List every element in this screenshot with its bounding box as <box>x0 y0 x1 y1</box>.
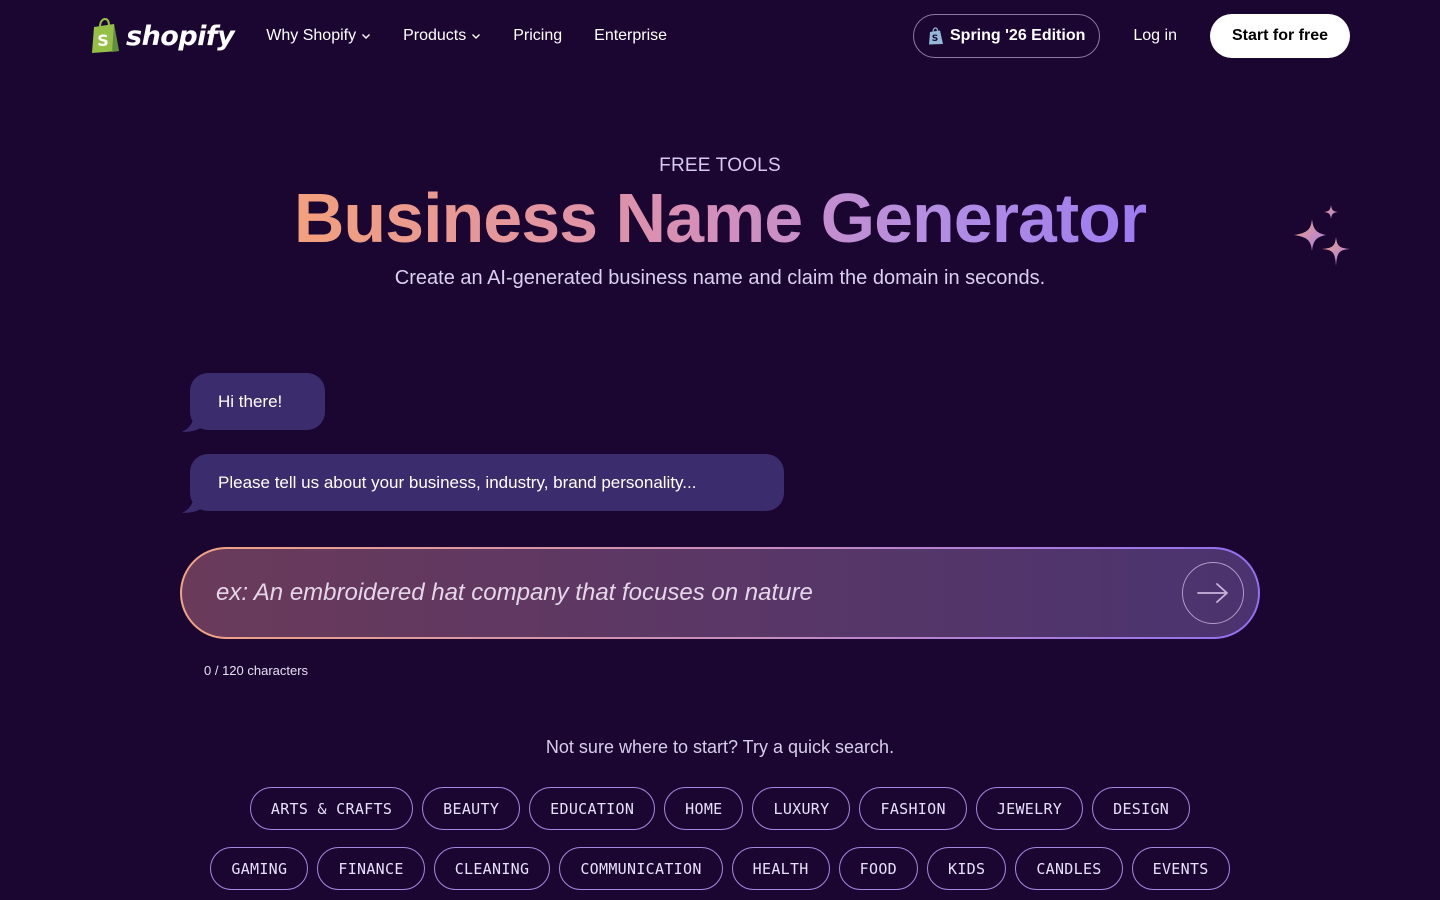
shopify-logo[interactable]: S shopify <box>90 18 235 54</box>
chip-luxury[interactable]: LUXURY <box>752 787 851 830</box>
nav-link-label: Enterprise <box>594 27 668 44</box>
arrow-right-icon <box>1197 583 1228 603</box>
page-title: Business Name Generator <box>0 180 1440 256</box>
nav-link-label: Products <box>403 27 467 44</box>
shopify-bag-icon: S <box>929 27 943 45</box>
login-link[interactable]: Log in <box>1133 27 1177 45</box>
chip-gaming[interactable]: GAMING <box>210 847 309 890</box>
chip-education[interactable]: EDUCATION <box>529 787 656 830</box>
chip-candles[interactable]: CANDLES <box>1015 847 1123 890</box>
nav-products[interactable]: Products <box>403 27 481 45</box>
chip-beauty[interactable]: BEAUTY <box>422 787 521 830</box>
svg-text:S: S <box>97 31 109 50</box>
submit-button[interactable] <box>1182 562 1244 624</box>
character-counter: 0 / 120 characters <box>204 663 309 678</box>
chevron-down-icon <box>472 34 481 39</box>
chip-fashion[interactable]: FASHION <box>859 787 967 830</box>
bubble-tail-icon <box>182 412 206 432</box>
bubble-tail-icon <box>182 493 206 513</box>
chip-finance[interactable]: FINANCE <box>317 847 425 890</box>
chip-health[interactable]: HEALTH <box>731 847 830 890</box>
nav-pricing[interactable]: Pricing <box>513 27 562 45</box>
quick-search-row-1: ARTS & CRAFTS BEAUTY EDUCATION HOME LUXU… <box>0 787 1440 830</box>
sparkles-icon <box>1294 205 1350 266</box>
nav-link-label: Why Shopify <box>266 27 357 44</box>
edition-button[interactable]: S Spring '26 Edition <box>913 14 1101 58</box>
chat-message: Please tell us about your business, indu… <box>218 472 697 492</box>
chip-kids[interactable]: KIDS <box>926 847 1007 890</box>
nav-link-label: Pricing <box>513 27 563 44</box>
chevron-down-icon <box>362 34 371 39</box>
page-subtitle: Create an AI-generated business name and… <box>394 267 1046 289</box>
chat-bubble-greeting: Hi there! <box>182 373 325 432</box>
logo-text: shopify <box>126 20 235 52</box>
input-inner <box>182 549 1258 637</box>
chat-bubble-prompt: Please tell us about your business, indu… <box>182 454 784 513</box>
business-description-field <box>180 547 1260 639</box>
quick-search-row-2: GAMING FINANCE CLEANING COMMUNICATION HE… <box>0 847 1440 890</box>
svg-text:S: S <box>932 34 938 44</box>
page-title-text: Business Name Generator <box>293 179 1147 257</box>
nav-right: S Spring '26 Edition Log in Start for fr… <box>913 14 1350 58</box>
nav-enterprise[interactable]: Enterprise <box>594 27 667 45</box>
chip-events[interactable]: EVENTS <box>1131 847 1230 890</box>
chip-home[interactable]: HOME <box>664 787 744 830</box>
top-nav: S shopify Why Shopify Products Pricing E… <box>0 0 1440 72</box>
shopify-bag-icon: S <box>92 18 119 53</box>
chip-communication[interactable]: COMMUNICATION <box>559 847 723 890</box>
start-for-free-button[interactable]: Start for free <box>1209 14 1350 58</box>
quick-search-title: Not sure where to start? Try a quick sea… <box>545 737 895 757</box>
chip-food[interactable]: FOOD <box>838 847 918 890</box>
chip-cleaning[interactable]: CLEANING <box>433 847 551 890</box>
business-description-input[interactable] <box>216 579 1182 607</box>
eyebrow-label: FREE TOOLS <box>659 155 781 176</box>
edition-label: Spring '26 Edition <box>950 27 1086 44</box>
chip-jewelry[interactable]: JEWELRY <box>975 787 1084 830</box>
nav-links: Why Shopify Products Pricing Enterprise <box>266 27 667 45</box>
nav-why-shopify[interactable]: Why Shopify <box>266 27 371 45</box>
chat-message: Hi there! <box>218 391 283 411</box>
chip-design[interactable]: DESIGN <box>1092 787 1191 830</box>
chip-arts-crafts[interactable]: ARTS & CRAFTS <box>249 787 414 830</box>
